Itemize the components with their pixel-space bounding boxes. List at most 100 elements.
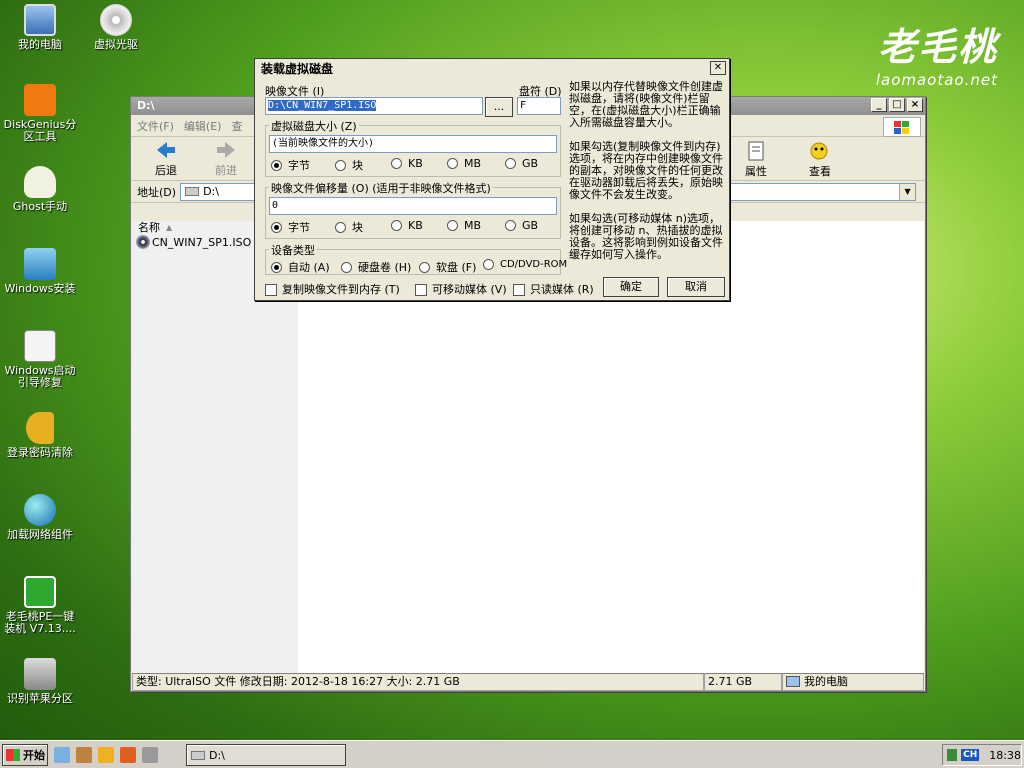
device-type-floppy[interactable]: 软盘 (F) bbox=[419, 259, 476, 275]
dialog-title-bar[interactable]: 装载虚拟磁盘 ✕ bbox=[255, 59, 729, 79]
mount-virtual-disk-dialog: 装载虚拟磁盘 ✕ 映像文件 (I) D:\CN_WIN7_SP1.ISO ...… bbox=[254, 58, 730, 301]
radio-selected bbox=[271, 261, 282, 273]
windows-logo-icon bbox=[6, 749, 20, 761]
browse-button[interactable]: ... bbox=[485, 97, 513, 117]
desktop-icon-boot-repair[interactable]: Windows启动引导修复 bbox=[2, 330, 78, 389]
file-name: CN_WIN7_SP1.ISO bbox=[152, 235, 252, 249]
disk-size-unit-block[interactable]: 块 bbox=[335, 157, 363, 173]
cd-drive-icon bbox=[100, 4, 132, 36]
offset-unit-mb[interactable]: MB bbox=[447, 219, 481, 232]
offset-unit-kb[interactable]: KB bbox=[391, 219, 423, 232]
desktop-icon-label: Windows启动引导修复 bbox=[4, 364, 76, 389]
desktop-icon-label: 老毛桃PE一键装机 V7.13.... bbox=[4, 610, 76, 635]
removable-media-checkbox[interactable]: 可移动媒体 (V) bbox=[415, 281, 507, 297]
sort-arrow-icon: ▲ bbox=[166, 222, 173, 232]
quicklaunch-eraser-icon[interactable] bbox=[142, 747, 158, 763]
windows-flag-icon bbox=[883, 117, 921, 137]
back-label: 后退 bbox=[155, 163, 177, 177]
hard-disk-icon bbox=[24, 658, 56, 690]
back-button[interactable]: 后退 bbox=[139, 140, 193, 178]
checkbox-label: 可移动媒体 (V) bbox=[432, 283, 507, 296]
unit-label: MB bbox=[464, 219, 482, 232]
cancel-button[interactable]: 取消 bbox=[667, 277, 725, 297]
desktop-icon-network[interactable]: 加载网络组件 bbox=[2, 494, 78, 541]
ime-indicator[interactable]: CH bbox=[961, 749, 980, 761]
device-type-cdrom[interactable]: CD/DVD-ROM bbox=[483, 259, 567, 270]
quicklaunch-disk-icon[interactable] bbox=[120, 747, 136, 763]
radio bbox=[341, 261, 352, 273]
view-smiley-icon bbox=[810, 142, 828, 160]
ghost-icon bbox=[24, 166, 56, 198]
quicklaunch-folder-icon[interactable] bbox=[98, 747, 114, 763]
maximize-button[interactable]: □ bbox=[889, 98, 905, 112]
help-paragraph-1: 如果以内存代替映像文件创建虚拟磁盘，请将(映像文件)栏留空，在(虚拟磁盘大小)栏… bbox=[569, 80, 723, 129]
close-button[interactable]: × bbox=[907, 98, 923, 112]
radio bbox=[505, 220, 516, 231]
checkbox bbox=[265, 284, 277, 296]
brand-url: laomaotao.net bbox=[875, 71, 998, 89]
menu-edit[interactable]: 编辑(E) bbox=[184, 118, 222, 134]
disk-size-input[interactable]: (当前映像文件的大小) bbox=[269, 135, 557, 153]
computer-icon bbox=[786, 676, 800, 687]
status-location-label: 我的电脑 bbox=[804, 675, 848, 688]
menu-file[interactable]: 文件(F) bbox=[137, 118, 174, 134]
desktop-icon-password-clear[interactable]: 登录密码清除 bbox=[2, 412, 78, 459]
menu-view[interactable]: 查 bbox=[231, 118, 242, 134]
radio bbox=[419, 261, 430, 273]
offset-unit-block[interactable]: 块 bbox=[335, 219, 363, 235]
offset-unit-byte[interactable]: 字节 bbox=[271, 219, 310, 235]
network-icon[interactable] bbox=[947, 749, 958, 761]
ok-button[interactable]: 确定 bbox=[603, 277, 659, 297]
dialog-close-button[interactable]: ✕ bbox=[710, 61, 726, 75]
list-item[interactable]: CN_WIN7_SP1.ISO bbox=[136, 235, 251, 249]
desktop-icon-label: DiskGenius分区工具 bbox=[3, 118, 77, 143]
desktop-icon-label: 识别苹果分区 bbox=[7, 692, 73, 705]
desktop-icon-laomaotao-install[interactable]: 老毛桃PE一键装机 V7.13.... bbox=[2, 576, 78, 635]
start-button[interactable]: 开始 bbox=[2, 744, 48, 766]
disk-size-unit-byte[interactable]: 字节 bbox=[271, 157, 310, 173]
taskbar-item-explorer[interactable]: D:\ bbox=[186, 744, 346, 766]
properties-button[interactable]: 属性 bbox=[729, 141, 783, 179]
offset-unit-gb[interactable]: GB bbox=[505, 219, 538, 232]
clock: 18:38 bbox=[989, 748, 1021, 762]
explorer-title: D:\ bbox=[137, 99, 155, 112]
chevron-down-icon[interactable]: ▼ bbox=[899, 183, 916, 200]
read-only-media-checkbox[interactable]: 只读媒体 (R) bbox=[513, 281, 594, 297]
device-type-auto[interactable]: 自动 (A) bbox=[271, 259, 330, 275]
disk-size-unit-kb[interactable]: KB bbox=[391, 157, 423, 170]
quicklaunch-tool-icon[interactable] bbox=[76, 747, 92, 763]
quicklaunch-app-icon[interactable] bbox=[54, 747, 70, 763]
brand-watermark: 老毛桃 laomaotao.net bbox=[876, 16, 998, 89]
status-location: 我的电脑 bbox=[782, 673, 924, 691]
desktop-icon-diskgenius[interactable]: DiskGenius分区工具 bbox=[2, 84, 78, 143]
properties-icon bbox=[748, 141, 764, 161]
help-paragraph-2: 如果勾选(复制映像文件到内存)选项，将在内存中创建映像文件的副本，对映像文件的任… bbox=[569, 140, 723, 201]
unit-label: 块 bbox=[352, 159, 363, 172]
brand-logo: 老毛桃 bbox=[877, 24, 998, 69]
drive-letter-input[interactable]: F bbox=[517, 97, 561, 115]
image-file-input[interactable]: D:\CN_WIN7_SP1.ISO bbox=[265, 97, 483, 115]
desktop-icon-virtual-drive[interactable]: 虚拟光驱 bbox=[78, 4, 154, 51]
offset-input[interactable]: 0 bbox=[269, 197, 557, 215]
minimize-button[interactable]: _ bbox=[871, 98, 887, 112]
copy-to-memory-checkbox[interactable]: 复制映像文件到内存 (T) bbox=[265, 281, 400, 297]
unit-label: 字节 bbox=[288, 221, 310, 234]
desktop-icon-my-computer[interactable]: 我的电脑 bbox=[2, 4, 78, 51]
desktop-icon-windows-install[interactable]: Windows安装 bbox=[2, 248, 78, 295]
desktop-icon-label: 我的电脑 bbox=[18, 38, 62, 51]
view-button[interactable]: 查看 bbox=[793, 141, 847, 179]
unit-label: GB bbox=[522, 157, 539, 170]
device-type-label: 软盘 (F) bbox=[436, 261, 477, 274]
disk-size-unit-gb[interactable]: GB bbox=[505, 157, 538, 170]
forward-button[interactable]: 前进 bbox=[199, 140, 253, 178]
desktop-icon-label: Ghost手动 bbox=[12, 200, 68, 213]
desktop-icon-ghost[interactable]: Ghost手动 bbox=[2, 166, 78, 213]
desktop-icon-apple-partition[interactable]: 识别苹果分区 bbox=[2, 658, 78, 705]
desktop-icon-label: 加载网络组件 bbox=[7, 528, 73, 541]
desktop-icon-label: Windows安装 bbox=[4, 282, 76, 295]
forward-arrow-icon bbox=[217, 141, 235, 158]
device-type-hdd[interactable]: 硬盘卷 (H) bbox=[341, 259, 411, 275]
first-aid-kit-icon bbox=[24, 330, 56, 362]
disk-size-unit-mb[interactable]: MB bbox=[447, 157, 481, 170]
taskbar: 开始 D:\ CH 18:38 bbox=[0, 740, 1024, 768]
